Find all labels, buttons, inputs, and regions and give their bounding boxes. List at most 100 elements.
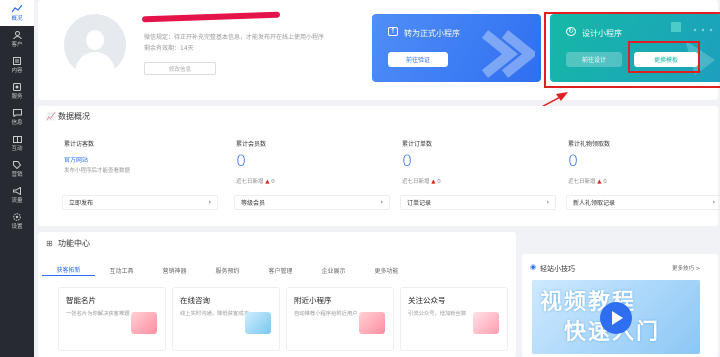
tab-customers[interactable]: 客户管理 (254, 264, 307, 276)
stat-value: 0 (568, 151, 579, 170)
publish-now-link[interactable]: 立即发布 › (62, 195, 218, 210)
feature-card-nearby[interactable]: 附近小程序 自动推荐小程序给附近用户 (286, 287, 394, 351)
feature-card-follow[interactable]: 关注公众号 引流公众号，增加粉丝数 (400, 287, 508, 351)
tab-booking[interactable]: 服务预约 (201, 264, 254, 276)
sidebar-item-traffic[interactable]: 流量 (0, 182, 34, 208)
sidebar-item-marketing[interactable]: 营销 (0, 156, 34, 182)
footer-label: 订单记录 (407, 200, 432, 207)
tab-acquire[interactable]: 获客拓新 (42, 264, 95, 276)
interact-icon (12, 135, 22, 143)
feature-card-consult[interactable]: 在线咨询 线上实时沟通，降低获客成本 (172, 287, 280, 351)
stat-sub: 近七日新增 ▲ 0 (568, 177, 607, 185)
document-icon (12, 56, 22, 65)
chevron-decor-icon (481, 30, 535, 78)
stat-note: 发布小程序后才能查看数据 (64, 168, 131, 174)
feature-title: 附近小程序 (294, 296, 332, 305)
go-verify-button[interactable]: 前往验证 (388, 52, 448, 67)
stat-label: 累计订单数 (402, 141, 433, 148)
feature-desc: 线上实时沟通，降低获客成本 (180, 311, 249, 317)
tips-title: 轻站小技巧 (540, 265, 575, 273)
stat-orders: 累计订单数 0 近七日新增 ▲ 0 订单记录 › (396, 133, 560, 215)
feature-title: 关注公众号 (408, 296, 446, 305)
avatar (64, 14, 126, 76)
sidebar-item-settings[interactable]: 设置 (0, 208, 34, 234)
sidebar-item-label: 概况 (11, 15, 23, 22)
order-records-link[interactable]: 订单记录 › (400, 195, 556, 210)
tab-interact[interactable]: 互动工具 (95, 264, 148, 276)
sidebar-item-label: 互动 (11, 145, 23, 152)
service-icon (12, 82, 22, 91)
stat-label: 累计会员数 (236, 141, 267, 148)
footer-label: 等级会员 (241, 200, 266, 207)
video-tutorial[interactable]: 视频教程 快速入门 (532, 280, 700, 354)
tab-more[interactable]: 更多功能 (360, 264, 413, 276)
tab-marketing[interactable]: 营销神器 (148, 264, 201, 276)
upgrade-icon: ↑ (388, 27, 398, 36)
stat-sub: 近七日新增 ▲ 0 (402, 177, 441, 185)
tips-card: ◉ 轻站小技巧 更多技巧 > 视频教程 快速入门 (522, 254, 718, 357)
level-member-link[interactable]: 等级会员 › (234, 195, 390, 210)
section-title: 功能中心 (58, 239, 90, 248)
sidebar-item-overview[interactable]: 概况 (0, 0, 34, 26)
sidebar-item-label: 营销 (11, 171, 23, 178)
more-tips-link[interactable]: 更多技巧 > (672, 264, 700, 272)
megaphone-icon (12, 186, 22, 195)
stat-label: 累计访客数 (64, 141, 95, 148)
stat-members: 累计会员数 0 近七日新增 ▲ 0 等级会员 › (230, 133, 394, 215)
sidebar-item-messages[interactable]: 信息 (0, 104, 34, 130)
gift-records-link[interactable]: 新人礼领取记录 › (566, 195, 720, 210)
stat-label: 累计礼物领取数 (568, 141, 611, 148)
feature-title: 在线咨询 (180, 296, 210, 305)
up-arrow-icon: ▲ (597, 179, 602, 185)
footer-label: 立即发布 (69, 200, 94, 207)
redacted-name (141, 11, 281, 23)
tab-showcase[interactable]: 企业展示 (307, 264, 360, 276)
sidebar-item-label: 设置 (11, 223, 23, 230)
stat-visitors: 累计访客数 官方网站 发布小程序后才能查看数据 立即发布 › (58, 133, 222, 215)
feature-desc: 一张名片为你解决获客难题 (66, 311, 130, 317)
stat-value: 0 (236, 151, 247, 170)
chevron-right-icon: › (712, 199, 715, 206)
profile-hint: 微信规定：待正开补充完整基本信息，才能发布开在线上使用小程序 (144, 34, 325, 41)
feature-header: ⊞ 功能中心 (46, 238, 90, 249)
official-site-link[interactable]: 官方网站 (64, 155, 88, 164)
consult-illustration-icon (245, 312, 271, 334)
feature-desc: 引流公众号，增加粉丝数 (408, 311, 467, 317)
stat-gifts: 累计礼物领取数 0 近七日新增 ▲ 0 新人礼领取记录 › (562, 133, 720, 215)
trend-icon: 📈 (46, 112, 56, 121)
sidebar-item-label: 服务 (11, 93, 23, 100)
feature-title: 智能名片 (66, 296, 96, 305)
chevron-right-icon: › (380, 199, 383, 206)
nearby-illustration-icon (359, 312, 385, 334)
chevron-right-icon: › (208, 199, 211, 206)
feature-desc: 自动推荐小程序给附近用户 (294, 311, 358, 317)
chevron-right-icon: › (546, 199, 549, 206)
sidebar-item-label: 客户 (11, 41, 23, 48)
sub-label: 近七日新增 (568, 179, 596, 185)
namecard-illustration-icon (131, 312, 157, 334)
profile-expiry: 剩余有效期：14天 (144, 45, 194, 52)
main-content: 微信规定：待正开补充完整基本信息，才能发布开在线上使用小程序 剩余有效期：14天… (34, 0, 720, 357)
annotation-box-inner (628, 41, 700, 73)
sub-value: 0 (603, 179, 607, 185)
edit-info-button[interactable]: 修改信息 (144, 62, 216, 75)
stat-value: 0 (402, 151, 413, 170)
user-icon (12, 30, 22, 39)
up-arrow-icon: ▲ (265, 179, 270, 185)
gear-icon (12, 212, 22, 221)
sidebar-item-label: 信息 (11, 119, 23, 126)
sidebar-item-content[interactable]: 内容 (0, 52, 34, 78)
sidebar: 概况 客户 内容 服务 信息 互动 营销 流量 设置 (0, 0, 34, 357)
feature-card-namecard[interactable]: 智能名片 一张名片为你解决获客难题 (58, 287, 166, 351)
section-title: 数据概况 (58, 112, 90, 121)
sidebar-item-customers[interactable]: 客户 (0, 26, 34, 52)
up-arrow-icon: ▲ (431, 179, 436, 185)
chart-icon (12, 4, 22, 13)
sidebar-item-service[interactable]: 服务 (0, 78, 34, 104)
sidebar-item-label: 内容 (11, 67, 23, 74)
sidebar-item-label: 流量 (11, 197, 23, 204)
play-icon[interactable] (600, 302, 632, 334)
sub-value: 0 (271, 179, 275, 185)
convert-formal-banner[interactable]: ↑ 转为正式小程序 前往验证 (372, 14, 541, 82)
sidebar-item-interact[interactable]: 互动 (0, 130, 34, 156)
